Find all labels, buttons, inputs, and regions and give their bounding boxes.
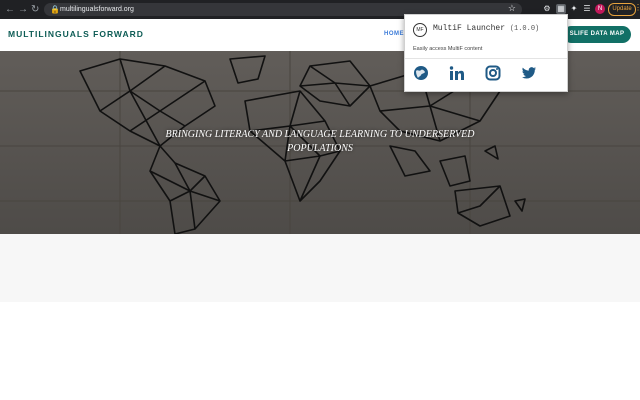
content-section: [0, 234, 640, 302]
popup-divider: [405, 58, 567, 59]
hero-title: BRINGING LITERACY AND LANGUAGE LEARNING …: [165, 129, 475, 154]
forward-icon[interactable]: →: [18, 3, 28, 16]
globe-icon[interactable]: [413, 65, 429, 81]
nav-home-link[interactable]: HOME: [384, 31, 404, 37]
lock-icon: 🔒: [50, 5, 60, 14]
slife-data-map-button[interactable]: SLIFE DATA MAP: [563, 26, 631, 43]
back-icon[interactable]: ←: [5, 3, 15, 16]
popup-version: (1.0.0): [509, 25, 540, 33]
update-button[interactable]: Update: [608, 3, 636, 16]
menu-kebab-icon[interactable]: ⋮: [634, 3, 640, 12]
multif-logo: MF: [413, 23, 427, 37]
extension-gear-icon[interactable]: ⚙: [542, 4, 552, 14]
multif-extension-icon[interactable]: ▦: [556, 4, 566, 14]
popup-description: Easily access MultiF content: [413, 46, 483, 52]
reload-icon[interactable]: ↻: [31, 3, 39, 16]
site-logo[interactable]: MULTILINGUALS FORWARD: [8, 29, 144, 39]
instagram-icon[interactable]: [485, 65, 501, 81]
linkedin-icon[interactable]: [449, 65, 465, 81]
avatar[interactable]: N: [595, 4, 605, 14]
url-text: multilingualsforward.org: [60, 6, 134, 13]
popup-title: MultiF Launcher (1.0.0): [433, 24, 539, 33]
twitter-icon[interactable]: [521, 65, 537, 81]
puzzle-extensions-icon[interactable]: ✦: [569, 4, 579, 14]
extension-popup: MF MultiF Launcher (1.0.0) Easily access…: [404, 14, 568, 92]
bookmark-star-icon[interactable]: ☆: [508, 3, 516, 14]
extension-icon[interactable]: ☰: [582, 4, 592, 14]
popup-title-text: MultiF Launcher: [433, 24, 506, 33]
